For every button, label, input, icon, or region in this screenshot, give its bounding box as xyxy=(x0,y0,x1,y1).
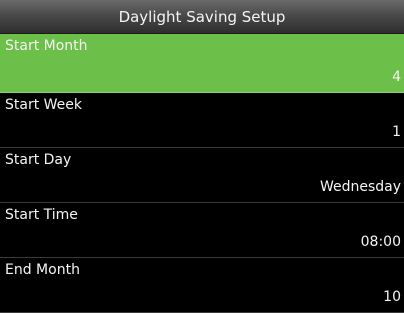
page-title: Daylight Saving Setup xyxy=(118,7,286,26)
setting-value: 08:00 xyxy=(360,234,401,250)
setting-label: Start Day xyxy=(5,152,72,168)
setting-label: Start Month xyxy=(5,38,88,54)
setting-row-start-time[interactable]: Start Time 08:00 xyxy=(0,203,404,258)
title-bar: Daylight Saving Setup xyxy=(0,0,404,34)
setting-row-start-day[interactable]: Start Day Wednesday xyxy=(0,148,404,203)
setting-value: 1 xyxy=(392,124,401,140)
setting-label: Start Week xyxy=(5,97,83,113)
setting-value: Wednesday xyxy=(319,179,401,195)
daylight-saving-screen: Daylight Saving Setup Start Month 4 Star… xyxy=(0,0,404,313)
setting-value: 10 xyxy=(383,289,401,305)
setting-row-start-week[interactable]: Start Week 1 xyxy=(0,93,404,148)
setting-label: End Month xyxy=(5,262,80,278)
setting-row-start-month[interactable]: Start Month 4 xyxy=(0,34,404,93)
setting-label: Start Time xyxy=(5,207,78,223)
setting-row-end-month[interactable]: End Month 10 xyxy=(0,258,404,313)
settings-list: Start Month 4 Start Week 1 Start Day Wed… xyxy=(0,34,404,313)
setting-value: 4 xyxy=(392,69,401,85)
